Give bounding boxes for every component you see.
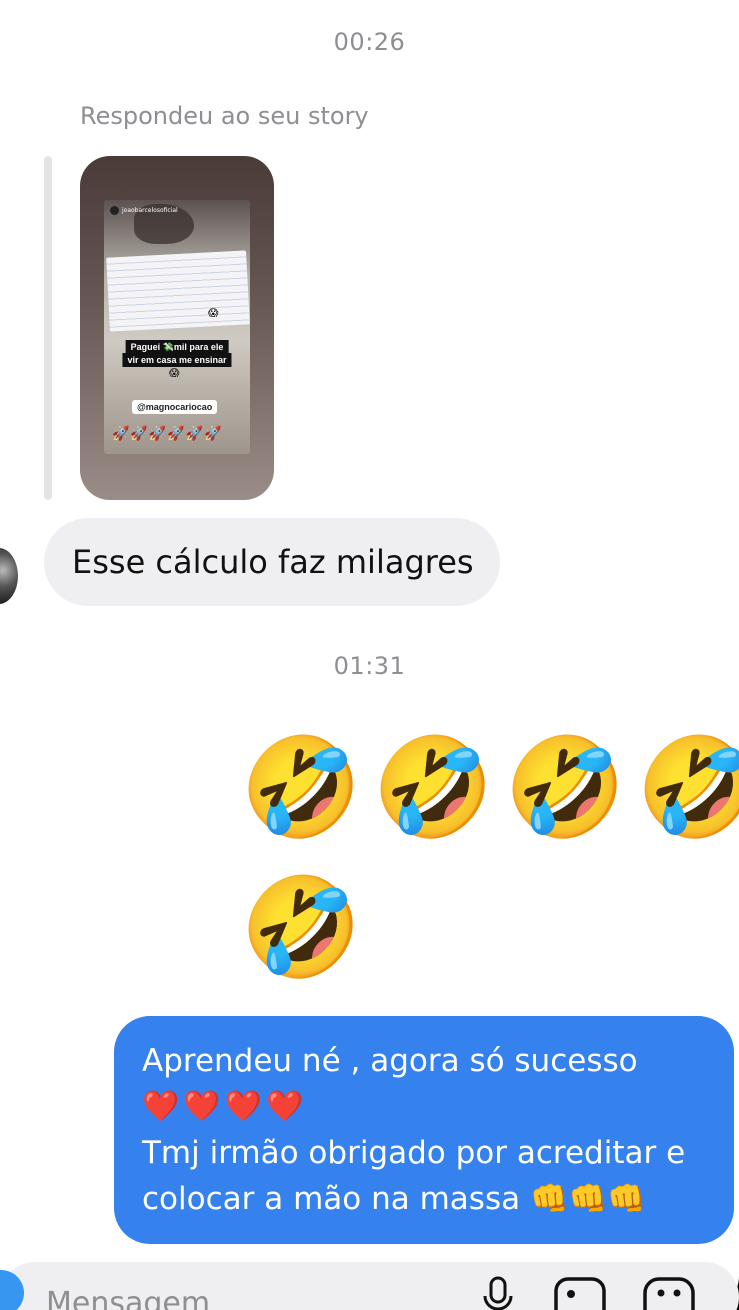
sent-message-line: colocar a mão na massa 👊👊👊 xyxy=(142,1181,646,1217)
sent-message-line: Tmj irmão obrigado por acreditar e xyxy=(142,1135,686,1171)
reply-indicator-bar xyxy=(44,156,52,500)
chat-thread: 00:26 Respondeu ao seu story joaobarcelo… xyxy=(0,0,739,1310)
sent-message-bubble[interactable]: Aprendeu né , agora só sucesso ❤️❤️❤️❤️ … xyxy=(114,1016,734,1244)
sent-message-line: Aprendeu né , agora só sucesso xyxy=(142,1043,638,1079)
story-mention-sticker: @magnocariocao xyxy=(132,400,218,414)
story-preview[interactable]: joaobarcelosoficial 😱 Paguei 💸mil para e… xyxy=(80,156,274,500)
sticker-icon[interactable] xyxy=(642,1276,696,1310)
rofl-emoji: 🤣 xyxy=(240,731,363,845)
story-rocket-emojis: 🚀🚀🚀🚀🚀🚀 xyxy=(112,426,223,442)
story-image: joaobarcelosoficial 😱 Paguei 💸mil para e… xyxy=(104,200,250,454)
microphone-icon[interactable] xyxy=(478,1276,518,1310)
story-reply-label: Respondeu ao seu story xyxy=(80,102,369,130)
message-input[interactable]: Mensagem xyxy=(46,1286,210,1310)
emoji-message[interactable]: 🤣 🤣 🤣 🤣 xyxy=(240,730,739,846)
rofl-emoji: 🤣 xyxy=(372,731,495,845)
rofl-emoji: 🤣 xyxy=(636,731,739,845)
story-caption-line: vir em casa me ensinar xyxy=(122,353,232,367)
rofl-emoji: 🤣 xyxy=(240,871,363,985)
sender-avatar[interactable] xyxy=(0,548,18,604)
received-message-text: Esse cálculo faz milagres xyxy=(72,543,474,581)
emoji-message[interactable]: 🤣 xyxy=(240,870,362,986)
chat-screen: 00:26 Respondeu ao seu story joaobarcelo… xyxy=(0,0,739,1310)
received-message-bubble[interactable]: Esse cálculo faz milagres xyxy=(44,518,500,606)
story-emoji: 😱 xyxy=(169,368,180,379)
rofl-emoji: 🤣 xyxy=(504,731,627,845)
story-account: joaobarcelosoficial xyxy=(110,206,178,215)
story-account-avatar xyxy=(110,206,119,215)
sent-message-hearts: ❤️❤️❤️❤️ xyxy=(142,1089,308,1124)
story-notebook xyxy=(106,250,250,332)
timestamp: 00:26 xyxy=(333,28,406,56)
story-account-name: joaobarcelosoficial xyxy=(122,207,178,214)
story-emoji: 😱 xyxy=(208,308,219,319)
timestamp: 01:31 xyxy=(333,652,406,680)
gallery-icon[interactable] xyxy=(553,1276,607,1310)
